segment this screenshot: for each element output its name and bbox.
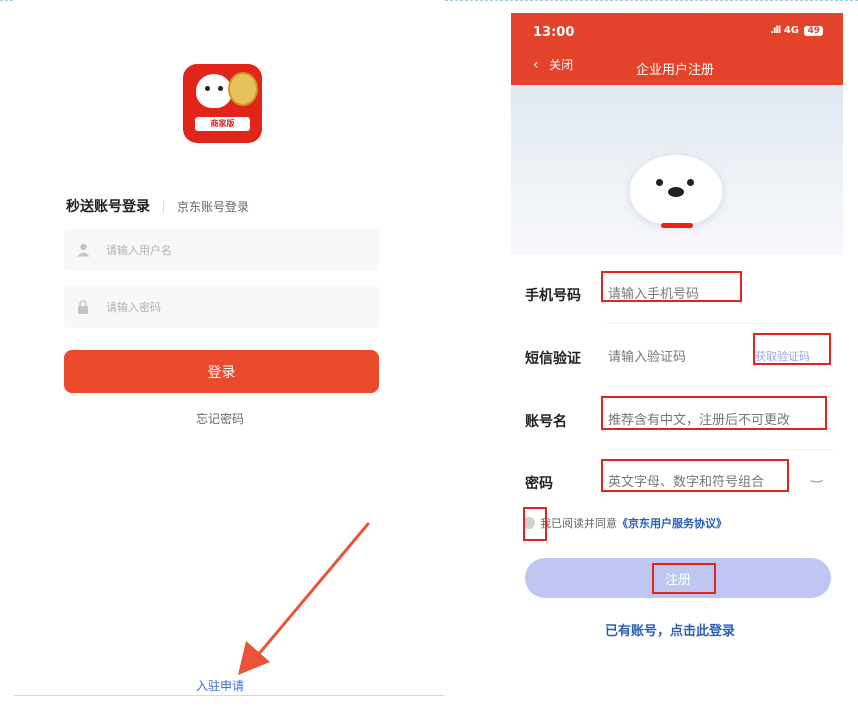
- phone-label: 手机号码: [525, 288, 581, 304]
- status-time: 13:00: [533, 25, 575, 40]
- enterprise-register-screen: 13:00 .ıll 4G 49 ‹ 关闭 企业用户注册 手机号码 请输入手机号…: [511, 13, 843, 707]
- back-label: 关闭: [549, 58, 574, 72]
- highlight-box: [753, 333, 831, 365]
- highlight-box: [523, 507, 547, 541]
- row-divider: [607, 386, 833, 387]
- app-header: 13:00 .ıll 4G 49 ‹ 关闭 企业用户注册: [511, 13, 843, 85]
- row-divider: [607, 323, 833, 324]
- agreement-link[interactable]: 《京东用户服务协议》: [617, 515, 727, 531]
- back-chevron-icon: ‹: [533, 57, 539, 73]
- highlight-box: [652, 563, 716, 594]
- mascot-icon: [630, 155, 722, 225]
- mascot-banner: [511, 85, 843, 255]
- network-type: 4G: [783, 25, 799, 36]
- highlight-box: [601, 459, 789, 492]
- account-label: 账号名: [525, 414, 567, 430]
- eye-icon: [687, 179, 694, 186]
- agree-text: 我已阅读并同意: [540, 517, 617, 530]
- password-label: 密码: [525, 476, 553, 492]
- sms-code-input[interactable]: 请输入验证码: [608, 346, 686, 365]
- signal-icon: .ıll 4G 49: [770, 25, 823, 36]
- existing-account-login-link[interactable]: 已有账号，点击此登录: [605, 620, 735, 639]
- sms-label: 短信验证: [525, 351, 581, 367]
- back-button[interactable]: ‹ 关闭: [533, 56, 573, 73]
- page-title: 企业用户注册: [636, 63, 715, 78]
- collar-icon: [661, 223, 693, 228]
- nose-icon: [668, 187, 684, 197]
- row-divider: [607, 449, 833, 450]
- highlight-box: [601, 396, 827, 430]
- eye-toggle-icon[interactable]: ‿: [811, 467, 822, 483]
- highlight-box: [601, 271, 742, 302]
- battery-icon: 49: [804, 26, 823, 36]
- agreement-row: 我已阅读并同意 《京东用户服务协议》: [523, 515, 727, 531]
- eye-icon: [656, 179, 663, 186]
